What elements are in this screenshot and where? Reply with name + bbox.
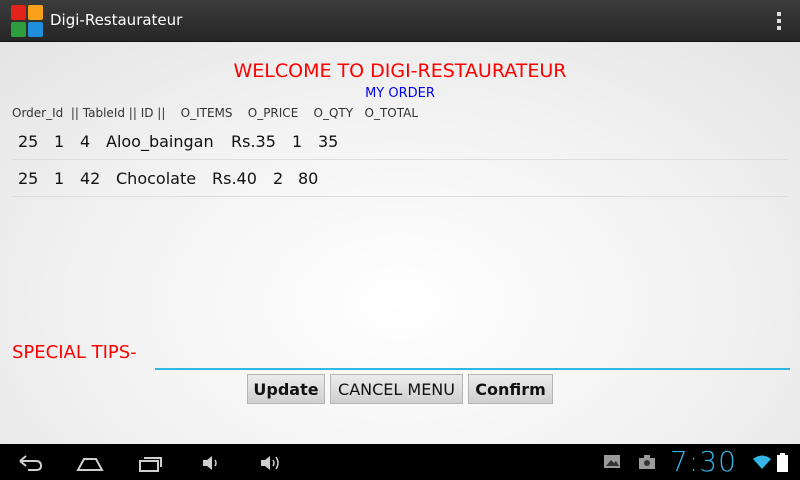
gallery-icon <box>604 455 620 468</box>
order-id-cell: 25 <box>18 132 39 151</box>
wifi-icon <box>753 455 771 469</box>
total-cell: 35 <box>318 132 339 151</box>
special-tips-input[interactable] <box>155 340 790 370</box>
battery-icon <box>777 453 788 472</box>
welcome-heading: WELCOME TO DIGI-RESTAURATEUR <box>233 60 567 82</box>
price-cell: Rs.40 <box>212 169 257 188</box>
overflow-menu-icon[interactable] <box>777 12 781 30</box>
action-bar: Digi-Restaurateur <box>0 0 800 42</box>
item-cell: Chocolate <box>116 169 197 188</box>
table-row: 25 1 4 Aloo_baingan Rs.35 1 35 <box>12 124 788 160</box>
clock: 7:30 <box>670 445 737 478</box>
app-title: Digi-Restaurateur <box>50 11 183 29</box>
update-button[interactable]: Update <box>247 374 325 404</box>
app-logo-icon <box>11 5 44 38</box>
special-tips-label: SPECIAL TIPS- <box>12 342 137 363</box>
table-id-cell: 1 <box>54 132 65 151</box>
qty-cell: 1 <box>292 132 303 151</box>
recent-apps-icon[interactable] <box>137 453 165 473</box>
home-icon[interactable] <box>76 453 104 473</box>
order-table-header: Order_Id || TableId || ID || O_ITEMS O_P… <box>12 106 419 120</box>
camera-icon <box>639 455 655 469</box>
id-cell: 42 <box>80 169 101 188</box>
qty-cell: 2 <box>273 169 284 188</box>
price-cell: Rs.35 <box>231 132 276 151</box>
my-order-subtitle: MY ORDER <box>365 86 435 101</box>
volume-up-icon[interactable] <box>258 453 282 473</box>
cancel-menu-button[interactable]: CANCEL MENU <box>330 374 463 404</box>
total-cell: 80 <box>298 169 319 188</box>
main-content: WELCOME TO DIGI-RESTAURATEUR MY ORDER Or… <box>0 42 800 444</box>
confirm-button[interactable]: Confirm <box>468 374 553 404</box>
table-row: 25 1 42 Chocolate Rs.40 2 80 <box>12 161 788 197</box>
id-cell: 4 <box>80 132 91 151</box>
back-icon[interactable] <box>16 453 44 473</box>
item-cell: Aloo_baingan <box>106 132 214 151</box>
volume-down-icon[interactable] <box>200 453 222 473</box>
table-id-cell: 1 <box>54 169 65 188</box>
order-id-cell: 25 <box>18 169 39 188</box>
system-bar: 7:30 <box>0 444 800 480</box>
